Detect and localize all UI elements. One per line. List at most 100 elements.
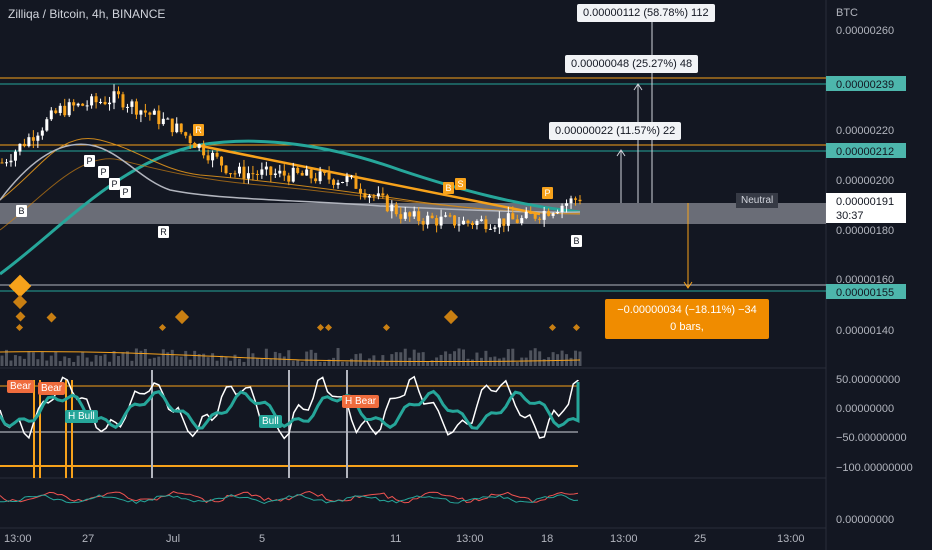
candle-body (520, 218, 524, 224)
volume-bar (237, 358, 241, 366)
volume-bar (224, 356, 228, 366)
volume-bar (188, 359, 192, 366)
badge-b: B (443, 182, 454, 194)
candle-body (426, 215, 430, 225)
volume-bar (466, 358, 470, 366)
badge-r: R (193, 124, 204, 136)
candle-body (264, 166, 268, 170)
volume-bar (502, 357, 506, 366)
volume-bar (229, 360, 233, 366)
volume-bar (332, 357, 336, 366)
chart-canvas[interactable]: 0.00000260 0.00000220 0.00000200 0.00000… (0, 0, 932, 550)
price-axis-label: 0.00000260 (836, 25, 894, 37)
volume-bar (538, 351, 542, 366)
volume-bar (193, 350, 197, 366)
candle-body (547, 210, 551, 216)
badge-s: S (455, 178, 466, 190)
volume-bar (103, 354, 107, 366)
osc-label-bear: Bear (7, 380, 35, 393)
candle-body (246, 173, 250, 179)
candle-body (157, 110, 161, 125)
candle-body (202, 144, 206, 156)
neutral-label[interactable]: Neutral (736, 193, 779, 208)
candle-body (556, 212, 560, 214)
volume-bar (448, 353, 452, 366)
time-axis-label: 13:00 (610, 533, 638, 545)
candle-body (466, 220, 470, 223)
candle-body (193, 143, 197, 148)
volume-bar (403, 348, 407, 366)
badge-r: R (158, 226, 169, 238)
time-axis-label: 13:00 (777, 533, 805, 545)
volume-bar (233, 354, 237, 366)
volume-bar (551, 352, 555, 366)
candle-body (139, 110, 143, 115)
price-axis-label: 0.00000200 (836, 175, 894, 187)
candle-body (408, 212, 412, 217)
time-axis-label: 18 (541, 533, 553, 545)
volume-bar (367, 358, 371, 366)
volume-bar (309, 349, 313, 366)
candle-body (220, 156, 224, 166)
volume-bar (40, 351, 44, 366)
candle-body (372, 195, 376, 197)
candle-body (296, 167, 300, 173)
time-axis-label: 13:00 (456, 533, 484, 545)
volume-bar (542, 359, 546, 366)
candle-body (125, 106, 129, 108)
candle-body (121, 94, 125, 108)
candle-body (282, 170, 286, 176)
candle-body (327, 172, 331, 180)
candle-body (76, 103, 80, 106)
price-tag: 0.00000239 (836, 79, 894, 91)
time-axis-label: 27 (82, 533, 94, 545)
measure-down-value: −0.00000034 (−18.11%) −34 (617, 304, 757, 316)
volume-bar (305, 351, 309, 366)
candle-body (497, 218, 501, 228)
candle-body (18, 143, 22, 152)
candle-body (22, 143, 26, 147)
candle-body (9, 160, 13, 163)
candle-body (45, 119, 49, 131)
volume-bar (453, 351, 457, 366)
candle-body (569, 198, 573, 204)
osc-label-h-bear: H Bear (342, 395, 380, 408)
volume-bar (385, 361, 389, 366)
volume-bar (354, 354, 358, 366)
volume-bar (211, 353, 215, 366)
symbol-title[interactable]: Zilliqa / Bitcoin, 4h, BINANCE (8, 7, 165, 21)
candle-body (417, 211, 421, 222)
measure-down-bars: 0 bars, (670, 321, 704, 333)
candle-body (551, 213, 555, 216)
volume-bar (524, 357, 528, 366)
candle-body (484, 219, 488, 230)
candle-body (493, 227, 497, 229)
volume-bar (31, 352, 35, 366)
volume-bar (121, 352, 125, 366)
volume-bar (390, 354, 394, 366)
measure-callout[interactable]: 0.00000048 (25.27%) 48 (565, 55, 699, 73)
volume-bar (54, 351, 58, 366)
candle-body (229, 173, 233, 175)
badge-p: P (84, 155, 95, 167)
osc-axis-label: −100.00000000 (836, 462, 913, 474)
volume-bar (426, 361, 430, 366)
candle-body (524, 211, 528, 219)
candle-body (439, 216, 443, 226)
candle-body (152, 110, 156, 115)
candle-body (94, 96, 98, 103)
measure-callout[interactable]: 0.00000022 (11.57%) 22 (549, 122, 682, 140)
measure-callout[interactable]: 0.00000112 (58.78%) 112 (577, 4, 715, 22)
volume-bar (578, 351, 582, 366)
time-axis-label: 11 (390, 533, 401, 545)
candle-body (349, 175, 353, 177)
candle-body (399, 214, 403, 219)
candle-body (81, 103, 85, 106)
candle-body (515, 219, 519, 224)
measure-box-down[interactable]: −0.00000034 (−18.11%) −34 0 bars, (605, 299, 769, 339)
candle-body (224, 165, 228, 174)
candle-body (287, 175, 291, 182)
volume-bar (45, 360, 49, 366)
osc-label-bull: Bull (259, 415, 282, 428)
volume-bar (341, 361, 345, 366)
